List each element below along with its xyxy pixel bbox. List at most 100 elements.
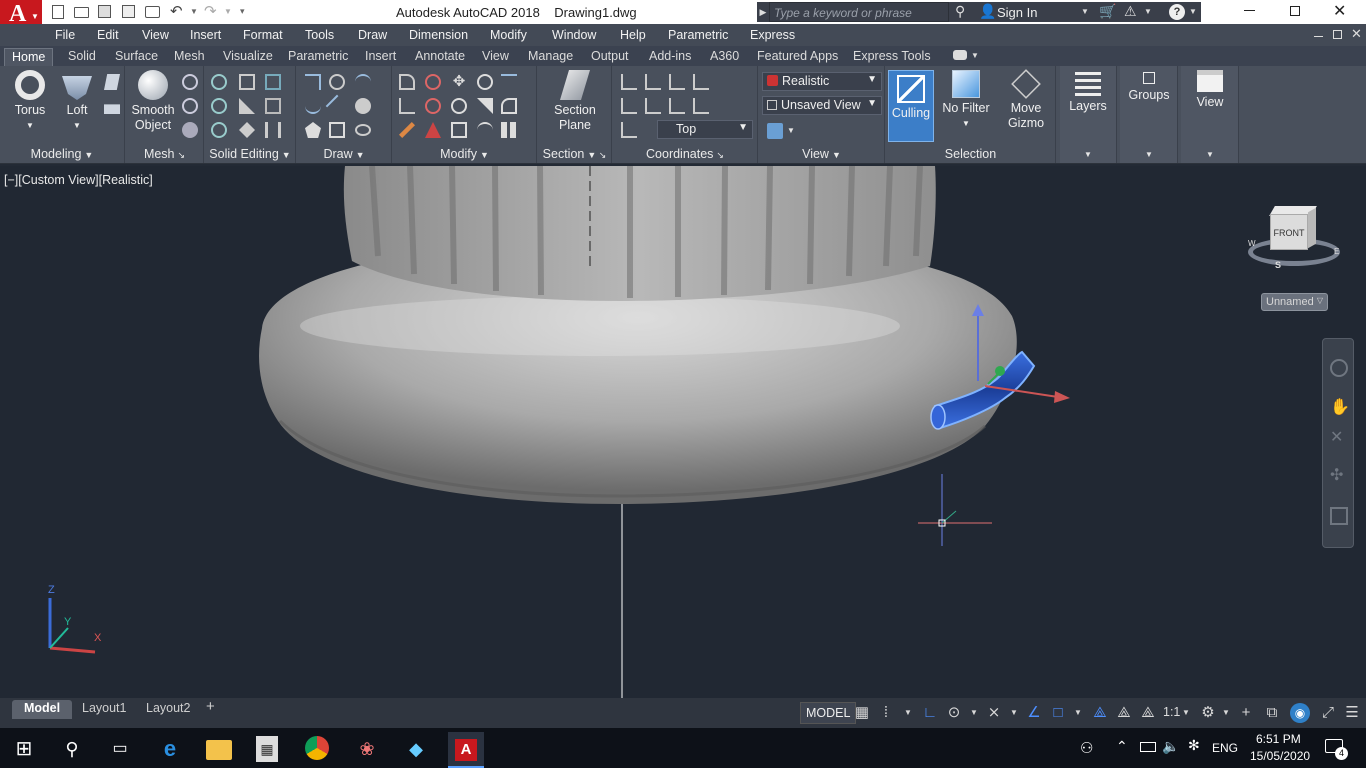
annotation-monitor-icon[interactable]: + xyxy=(1236,703,1256,723)
tab-annotate[interactable]: Annotate xyxy=(408,48,472,66)
ucs-face-icon[interactable] xyxy=(645,98,661,114)
sign-in-link[interactable]: Sign In xyxy=(997,5,1037,20)
restore-icon[interactable] xyxy=(1290,6,1300,16)
copy-icon[interactable] xyxy=(477,74,493,90)
show-hidden-icons[interactable]: ⌃ xyxy=(1116,738,1128,755)
ucs-menu-dropdown[interactable]: Unnamed ▽ xyxy=(1261,293,1328,311)
section-plane-button[interactable]: Section Plane xyxy=(550,70,600,133)
menu-help[interactable]: Help xyxy=(620,28,646,42)
menu-edit[interactable]: Edit xyxy=(97,28,119,42)
clock-time[interactable]: 6:51 PM xyxy=(1256,732,1301,746)
isodraft-icon[interactable]: ⨯ xyxy=(984,703,1004,723)
chevron-down-icon[interactable]: ▼ xyxy=(1068,703,1088,723)
extrude-icon[interactable] xyxy=(104,74,120,90)
open-file-icon[interactable] xyxy=(74,7,89,18)
presspull-icon[interactable] xyxy=(104,104,120,114)
isolate-objects-icon[interactable]: ◉ xyxy=(1290,703,1310,723)
orbit-icon[interactable]: ✣ xyxy=(1330,465,1343,485)
mesh-refine-icon[interactable] xyxy=(182,122,198,138)
pan-icon[interactable]: ✋ xyxy=(1330,397,1350,417)
tab-manage[interactable]: Manage xyxy=(521,48,580,66)
object-snap-icon[interactable]: □ xyxy=(1048,703,1068,723)
chevron-down-icon[interactable]: ▼ xyxy=(1144,7,1152,16)
grid-icon[interactable]: ▦ xyxy=(852,703,872,723)
menu-express[interactable]: Express xyxy=(750,28,795,42)
showmotion-icon[interactable] xyxy=(1330,507,1348,525)
save-icon[interactable] xyxy=(98,5,111,18)
line-icon[interactable] xyxy=(325,94,349,118)
compass-e-label[interactable]: E xyxy=(1334,247,1339,256)
chevron-down-icon[interactable]: ▼ xyxy=(1004,703,1024,723)
menu-view[interactable]: View xyxy=(142,28,169,42)
autocad-taskbar-icon[interactable]: A xyxy=(448,732,484,768)
customization-menu-icon[interactable]: ☰ xyxy=(1342,703,1362,723)
close-icon[interactable]: ✕ xyxy=(1333,1,1346,21)
chevron-down-icon[interactable]: ▼ xyxy=(1084,150,1092,159)
array-icon[interactable] xyxy=(501,74,517,90)
view-panel-label[interactable]: View ▼ xyxy=(759,147,884,161)
mesh-panel-label[interactable]: Mesh ↘ xyxy=(126,147,203,161)
paint-app-icon[interactable]: ❀ xyxy=(354,736,380,762)
corner-icon[interactable] xyxy=(399,98,415,114)
chevron-down-icon[interactable]: ▼ xyxy=(1216,703,1236,723)
gizmo-x-arrow[interactable] xyxy=(1054,391,1070,403)
battery-icon[interactable] xyxy=(1140,742,1156,752)
separate-icon[interactable] xyxy=(265,122,281,138)
a360-icon[interactable]: ⚠ xyxy=(1124,3,1137,20)
tab-express-tools[interactable]: Express Tools xyxy=(846,48,938,66)
section-panel-label[interactable]: Section ▼ ↘ xyxy=(538,147,611,161)
menu-dimension[interactable]: Dimension xyxy=(409,28,468,42)
rotate-icon[interactable] xyxy=(451,98,467,114)
no-filter-button[interactable]: No Filter ▼ xyxy=(940,70,992,131)
solid-editing-panel-label[interactable]: Solid Editing ▼ xyxy=(205,147,295,161)
edge-browser-icon[interactable]: e xyxy=(157,736,183,762)
ucs-object-icon[interactable] xyxy=(621,98,637,114)
print-icon[interactable] xyxy=(145,6,160,18)
chrome-icon[interactable] xyxy=(305,736,329,760)
calculator-icon[interactable]: ▦ xyxy=(256,736,278,762)
search-icon[interactable]: ⚲ xyxy=(59,736,85,762)
menu-modify[interactable]: Modify xyxy=(490,28,527,42)
redo-dropdown-icon[interactable]: ▼ xyxy=(224,7,232,16)
tab-home[interactable]: Home xyxy=(4,48,54,66)
chevron-down-icon[interactable]: ▼ xyxy=(1145,150,1153,159)
ucs-world-icon[interactable] xyxy=(645,74,661,90)
move-icon[interactable]: ✥ xyxy=(451,74,467,90)
3d-mirror-icon[interactable] xyxy=(425,98,441,114)
polyline-icon[interactable] xyxy=(305,74,321,90)
visual-style-combo[interactable]: Realistic ▼ xyxy=(762,72,882,91)
steering-wheel-icon[interactable] xyxy=(1330,359,1348,377)
tab-mesh[interactable]: Mesh xyxy=(167,48,212,66)
task-view-icon[interactable]: ▭ xyxy=(107,736,133,762)
snap-grid-icon[interactable]: ⁞ xyxy=(876,703,896,723)
menu-tools[interactable]: Tools xyxy=(305,28,334,42)
move-gizmo-button[interactable]: Move Gizmo xyxy=(1000,69,1052,131)
trim-icon[interactable] xyxy=(477,98,493,114)
slice-icon[interactable] xyxy=(239,98,255,114)
arc-icon[interactable] xyxy=(355,74,371,90)
tab-a360[interactable]: A360 xyxy=(703,48,746,66)
annotation-scale-icon[interactable]: ⟁ xyxy=(1138,703,1158,723)
menu-window[interactable]: Window xyxy=(552,28,596,42)
binoculars-icon[interactable]: ⚲ xyxy=(955,3,965,20)
ucs-named-icon[interactable] xyxy=(621,122,637,138)
mesh-smooth-less-icon[interactable] xyxy=(182,98,198,114)
layers-button[interactable]: Layers xyxy=(1064,70,1112,114)
erase-icon[interactable] xyxy=(501,98,517,114)
ucs-3point-icon[interactable] xyxy=(669,98,685,114)
chevron-down-icon[interactable]: ▼ xyxy=(1189,7,1197,16)
app-icon[interactable]: ◆ xyxy=(403,736,429,762)
model-tab[interactable]: Model xyxy=(12,700,73,719)
tab-parametric[interactable]: Parametric xyxy=(281,48,355,66)
windows-start-icon[interactable]: ⊞ xyxy=(11,736,37,762)
tab-solid[interactable]: Solid xyxy=(61,48,103,66)
people-icon[interactable]: ⚇ xyxy=(1080,739,1093,757)
gizmo-origin[interactable] xyxy=(995,366,1005,376)
undo-dropdown-icon[interactable]: ▼ xyxy=(190,7,198,16)
search-input[interactable]: Type a keyword or phrase xyxy=(769,2,949,22)
viewport-label[interactable]: [−][Custom View][Realistic] xyxy=(4,173,153,187)
clean-screen-icon[interactable]: ⤢ xyxy=(1318,703,1338,723)
units-icon[interactable]: ⧉ xyxy=(1262,703,1282,723)
extract-edges-icon[interactable] xyxy=(239,74,255,90)
redo-icon[interactable]: ↷ xyxy=(204,2,217,20)
